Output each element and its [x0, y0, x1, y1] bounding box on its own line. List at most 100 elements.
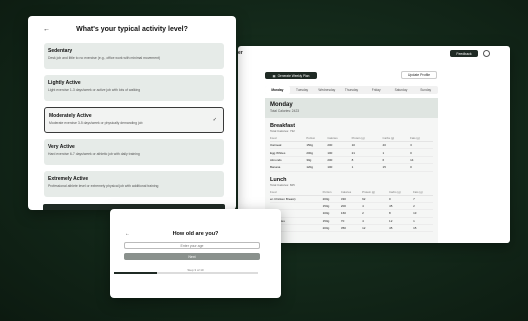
- table-cell: 100: [327, 148, 352, 157]
- table-cell: 45: [389, 224, 414, 233]
- table-cell: 160: [340, 209, 363, 218]
- activity-level-window: ← What's your typical activity level? Se…: [28, 16, 236, 210]
- option-description: Desk job and little to no exercise (e.g.…: [48, 56, 161, 60]
- update-profile-button[interactable]: Update Profile: [401, 71, 437, 79]
- tab-tuesday[interactable]: Tuesday: [290, 86, 315, 94]
- table-row: Almonds 30g 200 8 6 14: [270, 156, 433, 165]
- table-cell: 4: [362, 202, 390, 211]
- app-brand: er: [238, 50, 243, 56]
- calendar-icon: ▦: [272, 73, 276, 78]
- table-cell: 62: [362, 195, 390, 203]
- table-cell: 330: [340, 195, 363, 203]
- activity-option-moderately-active[interactable]: Moderately Active Moderate exercise 3-5 d…: [44, 107, 224, 133]
- tab-saturday[interactable]: Saturday: [389, 86, 414, 94]
- table-row: 150g 200 4 45 2: [270, 202, 433, 211]
- option-description: Professional athlete level or extremely …: [48, 184, 159, 188]
- table-cell: 0: [389, 195, 414, 203]
- table-row: Oatmeal 150g 200 10 40 3: [270, 141, 433, 150]
- meal-table: Food Portion Calories Protein (g) Carbs (g) F…: [270, 135, 433, 172]
- table-cell: 200g: [322, 195, 341, 203]
- table-cell: 10: [351, 141, 383, 150]
- table-cell: Banana: [270, 163, 307, 172]
- meal-section: Breakfast Total Calories: 732 Food Portion C…: [265, 123, 438, 172]
- option-description: Moderate exercise 3-5 days/week or physi…: [49, 121, 143, 125]
- table-cell: 4: [362, 217, 390, 226]
- check-icon: ✓: [212, 117, 217, 123]
- activity-option-lightly-active[interactable]: Lightly Active Light exercise 1-3 days/we…: [44, 75, 224, 101]
- activity-option-extremely-active[interactable]: Extremely Active Professional athlete lev…: [44, 171, 224, 197]
- table-cell: 1: [382, 148, 411, 157]
- meals-list: Breakfast Total Calories: 732 Food Portion C…: [265, 123, 438, 233]
- tab-wednesday[interactable]: Wednesday: [314, 86, 339, 94]
- table-cell: 8: [389, 209, 414, 218]
- option-label: Lightly Active: [48, 80, 81, 86]
- progress-fill: [114, 272, 158, 274]
- table-cell: 2: [362, 209, 390, 218]
- tab-thursday[interactable]: Thursday: [339, 86, 364, 94]
- meal-total-calories: Total Calories: 825: [270, 182, 295, 187]
- next-button[interactable]: Next: [124, 253, 260, 260]
- table-cell: 12: [362, 224, 390, 233]
- table-cell: 12: [389, 217, 414, 226]
- age-input[interactable]: [124, 242, 260, 249]
- table-cell: 15: [382, 163, 411, 172]
- table-cell: 120g: [306, 163, 328, 172]
- table-cell: 0: [410, 163, 433, 172]
- table-row: en Chicken Breast) 200g 330 62 0 7: [270, 195, 433, 203]
- feedback-button[interactable]: Feedback: [450, 50, 478, 57]
- option-label: Sedentary: [48, 48, 73, 54]
- meal-total-calories: Total Calories: 732: [270, 129, 295, 133]
- table-cell: 70: [340, 217, 363, 226]
- user-avatar-icon[interactable]: [483, 50, 490, 57]
- activity-option-very-active[interactable]: Very Active Hard exercise 6-7 days/week o…: [44, 139, 224, 165]
- tab-friday[interactable]: Friday: [364, 86, 389, 94]
- table-cell: 13: [413, 209, 433, 218]
- day-total-calories: Total Calories: 2423: [270, 109, 300, 113]
- table-cell: 200: [327, 141, 352, 150]
- table-cell: 200g: [322, 224, 341, 233]
- table-cell: 6: [382, 156, 411, 165]
- table-cell: 150g: [306, 141, 328, 150]
- table-cell: 200: [340, 202, 363, 211]
- tab-monday[interactable]: Monday: [265, 86, 290, 94]
- table-cell: 1: [351, 163, 383, 172]
- option-label: Extremely Active: [48, 176, 89, 182]
- table-cell: Almonds: [270, 156, 307, 165]
- table-cell: 30g: [306, 156, 328, 165]
- activity-question-title: What's your typical activity level?: [76, 26, 188, 33]
- age-question-title: How old are you?: [172, 231, 219, 237]
- table-cell: Oatmeal: [270, 141, 307, 150]
- table-cell: 21: [351, 148, 383, 157]
- table-cell: 45: [389, 202, 414, 211]
- table-cell: 150g: [322, 202, 341, 211]
- table-cell: 15: [413, 224, 433, 233]
- table-cell: 0: [410, 148, 433, 157]
- day-panel: Monday Total Calories: 2423 Breakfast Tot…: [265, 98, 438, 243]
- meal-section: Lunch Total Calories: 825 Food Portion Calor…: [265, 177, 438, 233]
- table-cell: 1: [413, 217, 433, 226]
- meal-table: Food Portion Calories Protein (g) Carbs (g) F…: [270, 188, 433, 233]
- table-cell: 200g: [306, 148, 328, 157]
- table-row: Vegetables150g704121: [270, 217, 433, 226]
- table-cell: 14: [410, 156, 433, 165]
- generate-weekly-plan-button[interactable]: ▦ Generate Weekly Plan: [265, 72, 317, 79]
- day-tabs: Monday Tuesday Wednesday Thursday Friday Satu…: [265, 86, 438, 94]
- day-header: Monday Total Calories: 2423: [265, 98, 438, 118]
- table-cell: 40: [382, 141, 411, 150]
- table-cell: 350: [340, 224, 363, 233]
- activity-option-sedentary[interactable]: Sedentary Desk job and little to no exerc…: [44, 43, 224, 69]
- option-description: Light exercise 1-3 days/week or active j…: [48, 88, 141, 92]
- generate-label: Generate Weekly Plan: [277, 73, 310, 78]
- table-row: Banana 120g 100 1 15 0: [270, 163, 433, 172]
- table-cell: 8: [351, 156, 383, 165]
- day-title: Monday: [270, 102, 293, 108]
- tab-sunday[interactable]: Sunday: [413, 86, 438, 94]
- table-row: 200g 350 12 45 15: [270, 224, 433, 233]
- table-cell: 2: [413, 202, 433, 211]
- table-cell: 200: [327, 156, 352, 165]
- table-row: 100g 160 2 8 13: [270, 209, 433, 218]
- table-cell: 100: [327, 163, 352, 172]
- option-label: Very Active: [48, 144, 75, 150]
- option-label: Moderately Active: [49, 113, 92, 119]
- table-cell: 150g: [322, 217, 341, 226]
